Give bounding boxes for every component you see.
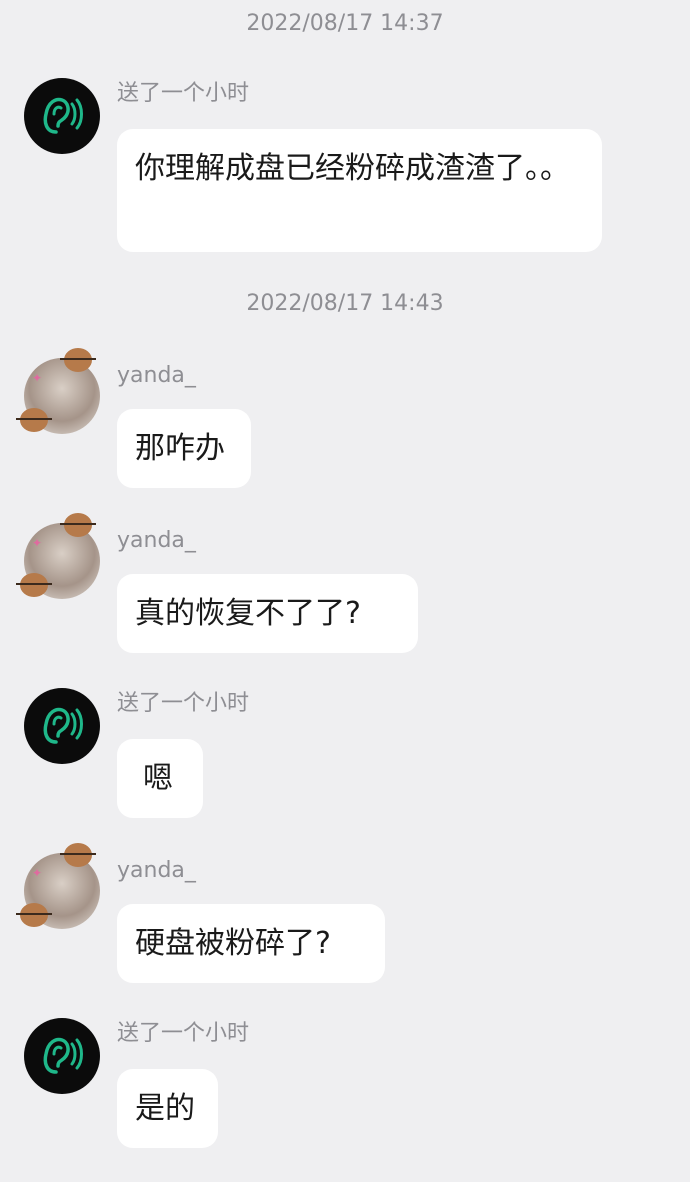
sticker-icon: [16, 903, 52, 927]
sender-name: 送了一个小时: [117, 691, 250, 716]
message-bubble[interactable]: 那咋办: [117, 409, 251, 488]
ear-icon: [43, 97, 83, 134]
message-bubble[interactable]: 硬盘被粉碎了?: [117, 904, 385, 983]
avatar[interactable]: ✦: [16, 843, 100, 929]
sticker-icon: [60, 513, 96, 537]
avatar[interactable]: [24, 78, 100, 154]
sticker-icon: [16, 573, 52, 597]
star-icon: ✦: [32, 536, 43, 550]
star-icon: ✦: [32, 371, 43, 385]
ear-icon: [43, 1037, 83, 1074]
message-bubble[interactable]: 嗯: [117, 739, 203, 818]
avatar[interactable]: [24, 1018, 100, 1094]
avatar[interactable]: ✦: [16, 513, 100, 599]
star-icon: ✦: [32, 866, 43, 880]
message-bubble[interactable]: 真的恢复不了了?: [117, 574, 418, 653]
sticker-icon: [60, 843, 96, 867]
sender-name: yanda_: [117, 528, 196, 553]
timestamp: 2022/08/17 14:37: [246, 11, 444, 36]
ear-icon: [43, 707, 83, 744]
sticker-icon: [16, 408, 52, 432]
sender-name: 送了一个小时: [117, 1021, 250, 1046]
message-bubble[interactable]: 你理解成盘已经粉碎成渣渣了。。: [117, 129, 602, 252]
sender-name: yanda_: [117, 858, 196, 883]
avatar[interactable]: ✦: [16, 348, 100, 434]
sender-name: 送了一个小时: [117, 81, 250, 106]
sticker-icon: [60, 348, 96, 372]
timestamp: 2022/08/17 14:43: [246, 291, 444, 316]
avatar[interactable]: [24, 688, 100, 764]
sender-name: yanda_: [117, 363, 196, 388]
message-bubble[interactable]: 是的: [117, 1069, 218, 1148]
